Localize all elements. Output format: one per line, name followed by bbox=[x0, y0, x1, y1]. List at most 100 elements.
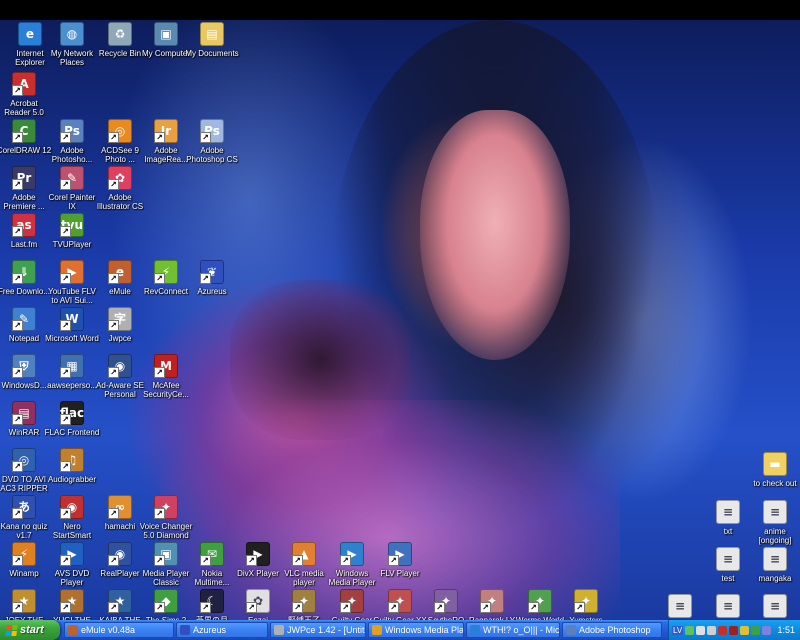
taskbar-button-label: eMule v0.48a bbox=[81, 625, 136, 635]
taskbar-button-label: JWPce 1.42 - [Untitl... bbox=[287, 625, 366, 635]
illustrator-icon: ✿ bbox=[108, 166, 132, 190]
desktop-icon[interactable]: ≡ mangaka bbox=[747, 547, 800, 583]
desktop-icon-label: My Documents bbox=[185, 49, 239, 58]
desktop-icon[interactable]: M McAfee SecurityCe... bbox=[138, 354, 194, 399]
tray-update-icon[interactable] bbox=[740, 625, 750, 635]
start-button[interactable]: start bbox=[0, 620, 60, 640]
vlc-icon: ▲ bbox=[292, 542, 316, 566]
desktop-icon[interactable]: ≡ anime [ongoing] bbox=[747, 500, 800, 545]
tray-volume-icon[interactable] bbox=[707, 625, 717, 635]
youtube-flv-icon: ▶ bbox=[60, 260, 84, 284]
voice-changer-icon: ✦ bbox=[154, 495, 178, 519]
winamp-icon: ⚡ bbox=[12, 542, 36, 566]
folder-icon: ▬ bbox=[763, 452, 787, 476]
wallpaper-face bbox=[420, 110, 570, 360]
game-yugi-icon: ★ bbox=[60, 589, 84, 613]
game-kaiba-icon: ★ bbox=[108, 589, 132, 613]
notepad-icon: ✎ bbox=[12, 307, 36, 331]
taskbar-button[interactable]: WTH!? o_O||| - Micr... bbox=[466, 622, 560, 638]
audiograbber-icon: ♫ bbox=[60, 448, 84, 472]
tray-antivirus-icon[interactable] bbox=[718, 625, 728, 635]
photoshop-icon bbox=[566, 625, 576, 635]
divx-icon: ▶ bbox=[246, 542, 270, 566]
desktop-icon[interactable]: tvu TVUPlayer bbox=[44, 213, 100, 249]
desktop[interactable]: e Internet Explorer ◍ My Network Places ♻ Rec… bbox=[0, 0, 800, 620]
network-places-icon: ◍ bbox=[60, 22, 84, 46]
wmp-icon: ▶ bbox=[340, 542, 364, 566]
photoshop-cs-icon: Ps bbox=[200, 119, 224, 143]
desktop-icon[interactable]: A Acrobat Reader 5.0 bbox=[0, 72, 52, 117]
desktop-icon-label: Azureus bbox=[197, 287, 227, 296]
word-icon: W bbox=[60, 307, 84, 331]
gg-reload-icon: ✦ bbox=[388, 589, 412, 613]
tvuplayer-icon: tvu bbox=[60, 213, 84, 237]
txt-file-icon: ≡ bbox=[716, 500, 740, 524]
my-computer-icon: ▣ bbox=[154, 22, 178, 46]
desktop-icon[interactable]: 字 Jwpce bbox=[92, 307, 148, 343]
desktop-icon-label: Adobe Illustrator CS bbox=[96, 193, 144, 211]
desktop-icon-label: TVUPlayer bbox=[52, 240, 92, 249]
desktop-icon-label: Jwpce bbox=[108, 334, 132, 343]
desktop-icon[interactable]: ✦Yumsters bbox=[558, 589, 614, 620]
nero-icon: ◉ bbox=[60, 495, 84, 519]
windows-defender-icon: ⛨ bbox=[12, 354, 36, 378]
desktop-icon[interactable]: ✿ Adobe Illustrator CS bbox=[92, 166, 148, 211]
premiere-icon: Pr bbox=[12, 166, 36, 190]
windows-logo-icon bbox=[5, 624, 18, 636]
desktop-icon[interactable]: ❦ Azureus bbox=[184, 260, 240, 296]
language-indicator[interactable]: LV bbox=[672, 625, 684, 635]
desktop-icon-label: McAfee SecurityCe... bbox=[143, 381, 189, 399]
desktop-icon[interactable]: ▤ My Documents bbox=[184, 22, 240, 58]
mcafee-icon: M bbox=[154, 354, 178, 378]
desktop-icon-label: anime [ongoing] bbox=[758, 527, 792, 545]
flv-player-icon: ▶ bbox=[388, 542, 412, 566]
tray-shield-icon[interactable] bbox=[696, 625, 706, 635]
desktop-icon[interactable]: ≡Seiyuu bbox=[747, 594, 800, 620]
flac-icon: flac bbox=[60, 401, 84, 425]
wallpaper-top-band bbox=[0, 0, 800, 20]
mangaka-file-icon: ≡ bbox=[763, 547, 787, 571]
taskbar-button-label: Azureus bbox=[193, 625, 227, 635]
gg-isuka-icon: ✦ bbox=[340, 589, 364, 613]
desktop-icon-label: mangaka bbox=[758, 574, 792, 583]
taskbar-button[interactable]: Windows Media Play... bbox=[368, 622, 464, 638]
tray-app-icon[interactable] bbox=[762, 625, 772, 635]
wmp-icon bbox=[372, 625, 382, 635]
adaware-file-icon: ▦ bbox=[60, 354, 84, 378]
taskbar-button[interactable]: Adobe Photoshop bbox=[562, 622, 662, 638]
desktop-icon[interactable]: flac FLAC Frontend bbox=[44, 401, 100, 437]
test-file-icon: ≡ bbox=[716, 547, 740, 571]
taskbar-button[interactable]: eMule v0.48a bbox=[64, 622, 174, 638]
hamachi-icon: ∞ bbox=[108, 495, 132, 519]
desktop-icon[interactable]: ✦ Voice Changer 5.0 Diamond bbox=[138, 495, 194, 540]
clock[interactable]: 1:51 bbox=[777, 625, 795, 635]
gaia-file-icon: ≡ bbox=[716, 594, 740, 618]
emule-icon bbox=[68, 625, 78, 635]
scythero-icon: ✦ bbox=[434, 589, 458, 613]
tray-messenger-icon[interactable] bbox=[751, 625, 761, 635]
taskbar-button[interactable]: Azureus bbox=[176, 622, 268, 638]
taskbar-button[interactable]: JWPce 1.42 - [Untitl... bbox=[270, 622, 366, 638]
taskbar: start eMule v0.48a Azureus JWPce 1.42 - [U… bbox=[0, 620, 800, 640]
desktop-icon[interactable]: ≡ bbox=[652, 594, 708, 620]
ragnarok-icon: ✦ bbox=[480, 589, 504, 613]
desktop-icon[interactable]: Ps Adobe Photoshop CS bbox=[184, 119, 240, 164]
desktop-icon[interactable]: ▶ FLV Player bbox=[372, 542, 428, 578]
tray-flag-icon[interactable] bbox=[729, 625, 739, 635]
desktop-icon-label: to check out bbox=[753, 479, 797, 488]
desktop-icon[interactable]: ▬ to check out bbox=[747, 452, 800, 488]
photoshop-icon: Ps bbox=[60, 119, 84, 143]
game-joey-icon: ★ bbox=[12, 589, 36, 613]
desktop-icon-label: FLAC Frontend bbox=[44, 428, 100, 437]
desktop-icon[interactable]: ♫ Audiograbber bbox=[44, 448, 100, 484]
azureus-icon: ❦ bbox=[200, 260, 224, 284]
my-documents-icon: ▤ bbox=[200, 22, 224, 46]
desktop-icon-label: Acrobat Reader 5.0 bbox=[4, 99, 44, 117]
painter-icon: ✎ bbox=[60, 166, 84, 190]
acdsee-icon: ◎ bbox=[108, 119, 132, 143]
emule-icon: e bbox=[108, 260, 132, 284]
tray-network-icon[interactable] bbox=[685, 625, 695, 635]
adaware-icon: ◉ bbox=[108, 354, 132, 378]
kinbaku-icon: ✦ bbox=[292, 589, 316, 613]
free-download-icon: ⇓ bbox=[12, 260, 36, 284]
